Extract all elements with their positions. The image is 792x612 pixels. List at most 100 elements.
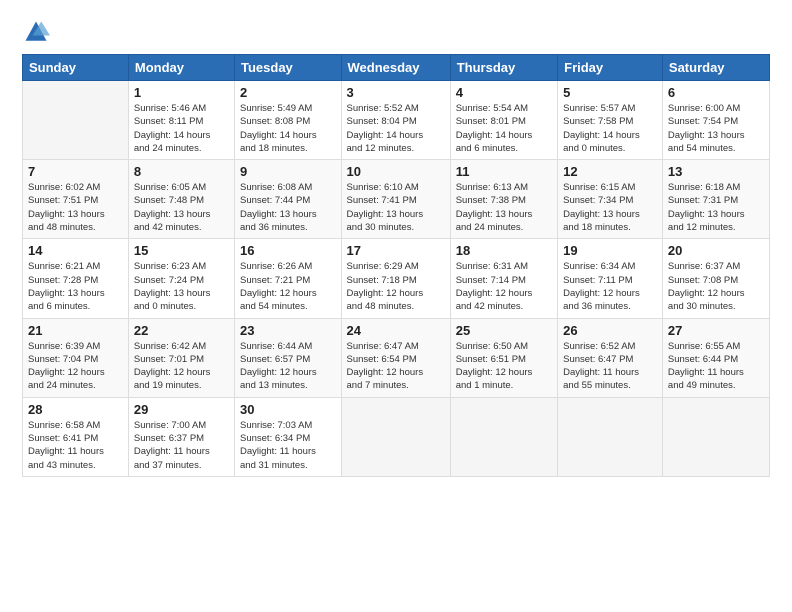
week-row-5: 28 Sunrise: 6:58 AM Sunset: 6:41 PM Dayli… [23,397,770,476]
day-cell: 8Sunrise: 6:05 AM Sunset: 7:48 PM Daylig… [128,160,234,239]
day-cell: 6 Sunrise: 6:00 AM Sunset: 7:54 PM Daylig… [662,81,769,160]
header-cell-tuesday: Tuesday [235,55,342,81]
day-cell: 12 Sunrise: 6:15 AM Sunset: 7:34 PM Dayli… [558,160,663,239]
day-cell: 23 Sunrise: 6:44 AM Sunset: 6:57 PM Dayli… [235,318,342,397]
day-info: Sunrise: 5:52 AM Sunset: 8:04 PM Dayligh… [347,102,445,155]
day-cell: 29 Sunrise: 7:00 AM Sunset: 6:37 PM Dayli… [128,397,234,476]
day-info: Sunrise: 6:31 AM Sunset: 7:14 PM Dayligh… [456,260,552,313]
calendar-header: SundayMondayTuesdayWednesdayThursdayFrid… [23,55,770,81]
day-cell [341,397,450,476]
day-info: Sunrise: 6:00 AM Sunset: 7:54 PM Dayligh… [668,102,764,155]
logo [22,18,54,46]
day-info: Sunrise: 6:18 AM Sunset: 7:31 PM Dayligh… [668,181,764,234]
day-info: Sunrise: 6:58 AM Sunset: 6:41 PM Dayligh… [28,419,123,472]
day-info: Sunrise: 6:55 AM Sunset: 6:44 PM Dayligh… [668,340,764,393]
day-number: 13 [668,164,764,179]
logo-icon [22,18,50,46]
day-info: Sunrise: 6:26 AM Sunset: 7:21 PM Dayligh… [240,260,336,313]
day-info: Sunrise: 5:54 AM Sunset: 8:01 PM Dayligh… [456,102,552,155]
day-info: Sunrise: 6:50 AM Sunset: 6:51 PM Dayligh… [456,340,552,393]
day-info: Sunrise: 5:49 AM Sunset: 8:08 PM Dayligh… [240,102,336,155]
day-cell: 2 Sunrise: 5:49 AM Sunset: 8:08 PM Daylig… [235,81,342,160]
day-info: Sunrise: 6:08 AM Sunset: 7:44 PM Dayligh… [240,181,336,234]
day-info: Sunrise: 5:57 AM Sunset: 7:58 PM Dayligh… [563,102,657,155]
day-info: Sunrise: 6:15 AM Sunset: 7:34 PM Dayligh… [563,181,657,234]
day-info: Sunrise: 6:34 AM Sunset: 7:11 PM Dayligh… [563,260,657,313]
day-number: 9 [240,164,336,179]
day-number: 16 [240,243,336,258]
day-number: 25 [456,323,552,338]
day-number: 18 [456,243,552,258]
day-cell: 4 Sunrise: 5:54 AM Sunset: 8:01 PM Daylig… [450,81,557,160]
day-cell: 27 Sunrise: 6:55 AM Sunset: 6:44 PM Dayli… [662,318,769,397]
day-number: 12 [563,164,657,179]
day-cell: 1 Sunrise: 5:46 AM Sunset: 8:11 PM Daylig… [128,81,234,160]
week-row-2: 7Sunrise: 6:02 AM Sunset: 7:51 PM Daylig… [23,160,770,239]
day-info: Sunrise: 6:52 AM Sunset: 6:47 PM Dayligh… [563,340,657,393]
day-number: 23 [240,323,336,338]
day-number: 10 [347,164,445,179]
week-row-1: 1 Sunrise: 5:46 AM Sunset: 8:11 PM Daylig… [23,81,770,160]
day-info: Sunrise: 6:37 AM Sunset: 7:08 PM Dayligh… [668,260,764,313]
day-number: 19 [563,243,657,258]
day-info: Sunrise: 6:05 AM Sunset: 7:48 PM Dayligh… [134,181,229,234]
day-cell: 15Sunrise: 6:23 AM Sunset: 7:24 PM Dayli… [128,239,234,318]
day-info: Sunrise: 6:21 AM Sunset: 7:28 PM Dayligh… [28,260,123,313]
day-number: 1 [134,85,229,100]
day-info: Sunrise: 6:13 AM Sunset: 7:38 PM Dayligh… [456,181,552,234]
day-cell: 13 Sunrise: 6:18 AM Sunset: 7:31 PM Dayli… [662,160,769,239]
day-info: Sunrise: 6:39 AM Sunset: 7:04 PM Dayligh… [28,340,123,393]
header-cell-saturday: Saturday [662,55,769,81]
day-info: Sunrise: 6:42 AM Sunset: 7:01 PM Dayligh… [134,340,229,393]
week-row-4: 21 Sunrise: 6:39 AM Sunset: 7:04 PM Dayli… [23,318,770,397]
header [22,18,770,46]
day-info: Sunrise: 6:47 AM Sunset: 6:54 PM Dayligh… [347,340,445,393]
day-number: 2 [240,85,336,100]
day-cell: 7Sunrise: 6:02 AM Sunset: 7:51 PM Daylig… [23,160,129,239]
day-cell: 19 Sunrise: 6:34 AM Sunset: 7:11 PM Dayli… [558,239,663,318]
day-cell: 21 Sunrise: 6:39 AM Sunset: 7:04 PM Dayli… [23,318,129,397]
calendar-body: 1 Sunrise: 5:46 AM Sunset: 8:11 PM Daylig… [23,81,770,477]
day-info: Sunrise: 6:29 AM Sunset: 7:18 PM Dayligh… [347,260,445,313]
day-cell: 11 Sunrise: 6:13 AM Sunset: 7:38 PM Dayli… [450,160,557,239]
day-cell: 28 Sunrise: 6:58 AM Sunset: 6:41 PM Dayli… [23,397,129,476]
header-cell-wednesday: Wednesday [341,55,450,81]
day-number: 20 [668,243,764,258]
day-number: 27 [668,323,764,338]
header-cell-monday: Monday [128,55,234,81]
day-cell: 5 Sunrise: 5:57 AM Sunset: 7:58 PM Daylig… [558,81,663,160]
day-number: 30 [240,402,336,417]
day-number: 3 [347,85,445,100]
day-number: 28 [28,402,123,417]
day-number: 5 [563,85,657,100]
day-info: Sunrise: 6:02 AM Sunset: 7:51 PM Dayligh… [28,181,123,234]
header-row: SundayMondayTuesdayWednesdayThursdayFrid… [23,55,770,81]
day-number: 21 [28,323,123,338]
header-cell-sunday: Sunday [23,55,129,81]
day-cell: 9 Sunrise: 6:08 AM Sunset: 7:44 PM Daylig… [235,160,342,239]
day-info: Sunrise: 7:03 AM Sunset: 6:34 PM Dayligh… [240,419,336,472]
day-cell [450,397,557,476]
day-info: Sunrise: 6:23 AM Sunset: 7:24 PM Dayligh… [134,260,229,313]
day-cell: 14 Sunrise: 6:21 AM Sunset: 7:28 PM Dayli… [23,239,129,318]
day-number: 14 [28,243,123,258]
day-cell [23,81,129,160]
day-info: Sunrise: 6:44 AM Sunset: 6:57 PM Dayligh… [240,340,336,393]
day-cell: 10Sunrise: 6:10 AM Sunset: 7:41 PM Dayli… [341,160,450,239]
day-info: Sunrise: 5:46 AM Sunset: 8:11 PM Dayligh… [134,102,229,155]
day-cell: 18 Sunrise: 6:31 AM Sunset: 7:14 PM Dayli… [450,239,557,318]
day-info: Sunrise: 7:00 AM Sunset: 6:37 PM Dayligh… [134,419,229,472]
day-cell [558,397,663,476]
page: SundayMondayTuesdayWednesdayThursdayFrid… [0,0,792,612]
day-number: 4 [456,85,552,100]
day-number: 22 [134,323,229,338]
header-cell-friday: Friday [558,55,663,81]
day-number: 17 [347,243,445,258]
week-row-3: 14 Sunrise: 6:21 AM Sunset: 7:28 PM Dayli… [23,239,770,318]
day-cell [662,397,769,476]
day-cell: 26Sunrise: 6:52 AM Sunset: 6:47 PM Dayli… [558,318,663,397]
day-number: 6 [668,85,764,100]
day-number: 29 [134,402,229,417]
day-number: 11 [456,164,552,179]
day-cell: 22 Sunrise: 6:42 AM Sunset: 7:01 PM Dayli… [128,318,234,397]
